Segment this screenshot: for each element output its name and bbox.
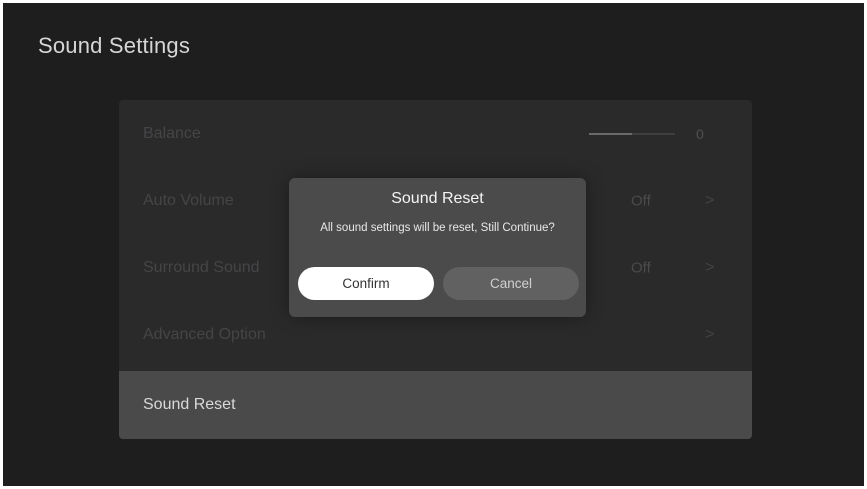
chevron-right-icon: > — [705, 258, 715, 276]
balance-label: Balance — [143, 124, 201, 142]
auto-volume-label: Auto Volume — [143, 191, 234, 209]
confirm-button[interactable]: Confirm — [298, 267, 434, 300]
settings-row-balance[interactable]: Balance 0 — [119, 100, 752, 167]
balance-slider[interactable] — [589, 132, 675, 135]
tv-screen: Sound Settings Balance 0 Auto Volume Off… — [3, 3, 864, 486]
chevron-right-icon: > — [705, 325, 715, 343]
surround-sound-label: Surround Sound — [143, 258, 260, 276]
balance-slider-fill — [589, 132, 632, 135]
surround-sound-value: Off — [631, 259, 651, 276]
balance-value: 0 — [696, 125, 704, 142]
chevron-right-icon: > — [705, 191, 715, 209]
sound-reset-label: Sound Reset — [143, 396, 236, 413]
settings-row-sound-reset[interactable]: Sound Reset — [119, 371, 752, 439]
page-title: Sound Settings — [38, 33, 191, 58]
dialog-title: Sound Reset — [391, 190, 484, 207]
auto-volume-value: Off — [631, 192, 651, 209]
advanced-option-label: Advanced Option — [143, 325, 266, 343]
cancel-button[interactable]: Cancel — [443, 267, 579, 300]
sound-reset-dialog: Sound Reset All sound settings will be r… — [289, 178, 586, 317]
dialog-message: All sound settings will be reset, Still … — [320, 222, 555, 234]
